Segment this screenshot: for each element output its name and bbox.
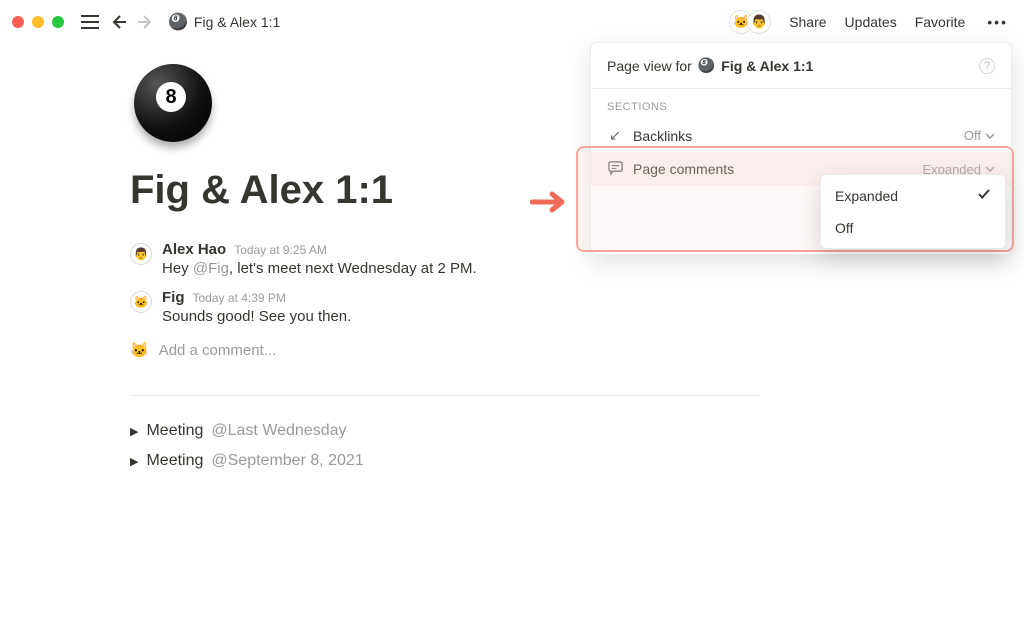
toggle-date[interactable]: @September 8, 2021 [211,452,363,470]
page-comments-submenu: Expanded Off [820,174,1006,249]
toggle-block[interactable]: ▶ Meeting @Last Wednesday [130,416,760,446]
panel-row-label: Page comments [633,161,734,177]
submenu-item-expanded[interactable]: Expanded [821,179,1005,212]
submenu-item-label: Expanded [835,188,898,204]
chevron-down-icon [985,131,995,141]
avatar: 🐱 [130,291,152,313]
topbar-actions: 🐱 👨 Share Updates Favorite ••• [735,10,1012,34]
comment-author: Alex Hao [162,241,226,258]
help-icon[interactable]: ? [979,58,995,74]
panel-section-label: SECTIONS [591,89,1011,119]
toggle-arrow-icon[interactable]: ▶ [130,455,138,468]
breadcrumb-icon: 🎱 [168,12,188,32]
check-icon [977,187,991,204]
panel-row-label: Backlinks [633,128,692,144]
breadcrumb-title: Fig & Alex 1:1 [194,14,280,30]
window-close[interactable] [12,16,24,28]
panel-heading-title: Fig & Alex 1:1 [721,58,813,74]
more-icon[interactable]: ••• [983,14,1012,30]
submenu-item-off[interactable]: Off [821,212,1005,244]
window-minimize[interactable] [32,16,44,28]
window-controls [12,16,64,28]
comment-author: Fig [162,289,185,306]
panel-heading-icon: 🎱 [698,57,715,74]
avatar: 👨 [130,243,152,265]
nav-forward-icon[interactable] [132,8,160,36]
comment-time: Today at 4:39 PM [193,291,286,305]
avatar: 🐱 [130,341,149,359]
page-comments: 👨 Alex Hao Today at 9:25 AM Hey @Fig, le… [130,235,760,369]
comments-icon [607,160,623,178]
toggle-block[interactable]: ▶ Meeting @September 8, 2021 [130,446,760,476]
add-comment-placeholder: Add a comment... [159,342,277,359]
updates-button[interactable]: Updates [845,14,897,30]
window-maximize[interactable] [52,16,64,28]
chevron-down-icon [985,164,995,174]
topbar: 🎱 Fig & Alex 1:1 🐱 👨 Share Updates Favor… [0,0,1024,44]
backlinks-icon: ↙ [607,127,623,144]
share-button[interactable]: Share [789,14,826,30]
panel-heading-prefix: Page view for [607,58,692,74]
comment-time: Today at 9:25 AM [234,243,327,257]
toggle-arrow-icon[interactable]: ▶ [130,425,138,438]
sidebar-toggle-icon[interactable] [76,8,104,36]
panel-row-value: Off [964,128,995,143]
toggle-label: Meeting [146,422,203,440]
toggle-label: Meeting [146,452,203,470]
breadcrumb[interactable]: 🎱 Fig & Alex 1:1 [168,12,280,32]
comment-text: Sounds good! See you then. [162,308,351,325]
favorite-button[interactable]: Favorite [915,14,966,30]
comment[interactable]: 🐱 Fig Today at 4:39 PM Sounds good! See … [130,283,760,331]
add-comment-input[interactable]: 🐱 Add a comment... [130,331,760,369]
mention[interactable]: @Fig [193,260,229,277]
submenu-item-label: Off [835,220,853,236]
presence-avatars[interactable]: 🐱 👨 [735,10,771,34]
tutorial-arrow-icon [530,190,566,219]
panel-row-backlinks[interactable]: ↙ Backlinks Off [591,119,1011,152]
eight-ball-icon [134,64,212,142]
panel-header: Page view for 🎱 Fig & Alex 1:1 ? [591,43,1011,89]
nav-back-icon[interactable] [104,8,132,36]
avatar: 👨 [747,10,771,34]
divider [130,395,760,396]
toggle-date[interactable]: @Last Wednesday [211,422,346,440]
comment-text: Hey @Fig, let's meet next Wednesday at 2… [162,260,477,277]
